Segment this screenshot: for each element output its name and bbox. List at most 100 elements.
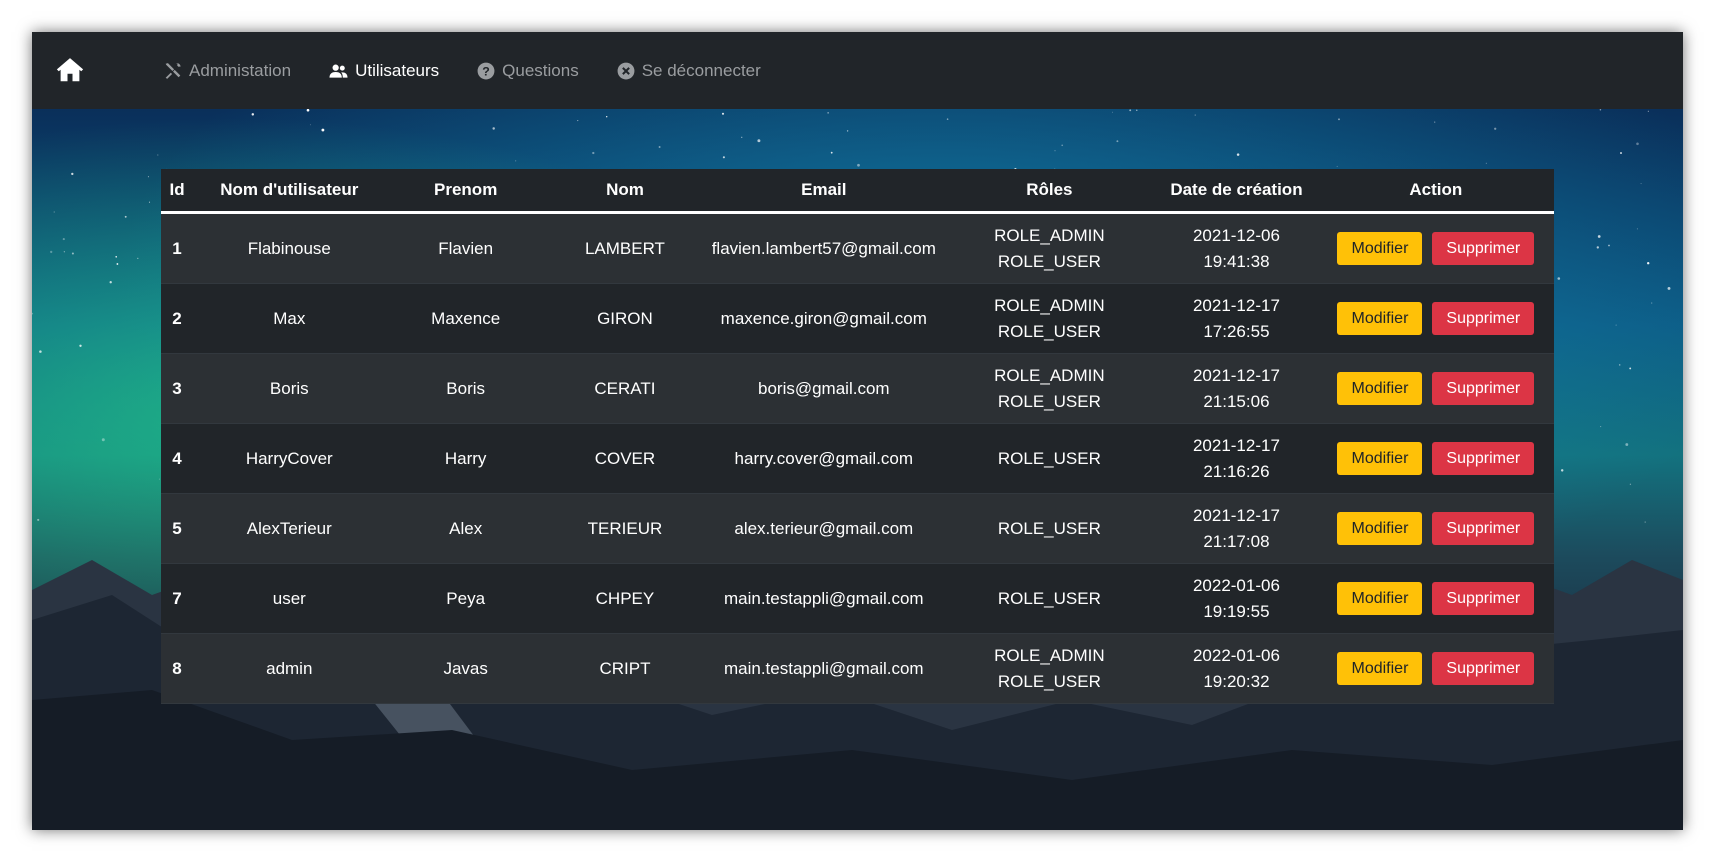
cell-actions: Modifier Supprimer (1317, 493, 1554, 564)
cell-created: 2022-01-06 19:19:55 (1155, 563, 1318, 634)
cell-time: 19:19:55 (1203, 601, 1270, 621)
cell-lastname: CHPEY (545, 563, 705, 634)
users-table: Id Nom d'utilisateur Prenom Nom Email Rô… (161, 169, 1554, 704)
cell-id: 5 (161, 493, 194, 564)
cell-lastname: LAMBERT (545, 212, 705, 284)
edit-button[interactable]: Modifier (1337, 232, 1423, 265)
cell-email: alex.terieur@gmail.com (704, 493, 944, 564)
cell-firstname: Peya (385, 563, 546, 634)
cell-id: 4 (161, 423, 194, 494)
cell-username: HarryCover (193, 423, 386, 494)
cell-lastname: GIRON (545, 283, 705, 354)
cell-created: 2021-12-17 17:26:55 (1155, 283, 1318, 354)
header-action: Action (1317, 169, 1554, 214)
table-row: 1 Flabinouse Flavien LAMBERT flavien.lam… (161, 212, 1554, 284)
edit-button[interactable]: Modifier (1337, 582, 1423, 615)
cell-roles: ROLE_ADMIN ROLE_USER (943, 212, 1156, 284)
svg-text:?: ? (482, 64, 490, 78)
table-row: 8 admin Javas CRIPT main.testappli@gmail… (161, 633, 1554, 704)
cell-firstname: Alex (385, 493, 546, 564)
cell-created: 2022-01-06 19:20:32 (1155, 633, 1318, 704)
cell-username: Max (193, 283, 386, 354)
edit-button[interactable]: Modifier (1337, 302, 1423, 335)
header-email: Email (704, 169, 944, 214)
nav-questions[interactable]: ? Questions (477, 61, 579, 81)
cell-created: 2021-12-17 21:15:06 (1155, 353, 1318, 424)
cell-username: admin (193, 633, 386, 704)
cell-username: user (193, 563, 386, 634)
cell-firstname: Maxence (385, 283, 546, 354)
header-created-date: Date de création (1155, 169, 1318, 214)
app-window: Administation Utilisateurs ? Questions S… (32, 32, 1683, 830)
cell-actions: Modifier Supprimer (1317, 212, 1554, 284)
delete-button[interactable]: Supprimer (1432, 652, 1535, 685)
header-firstname: Prenom (385, 169, 546, 214)
delete-button[interactable]: Supprimer (1432, 582, 1535, 615)
cell-email: flavien.lambert57@gmail.com (704, 212, 944, 284)
nav-users-label: Utilisateurs (355, 60, 440, 80)
cell-roles: ROLE_ADMIN ROLE_USER (943, 283, 1156, 354)
cell-time: 19:41:38 (1203, 251, 1270, 271)
edit-button[interactable]: Modifier (1337, 512, 1423, 545)
nav-users[interactable]: Utilisateurs (329, 61, 439, 81)
cell-actions: Modifier Supprimer (1317, 353, 1554, 424)
cell-created: 2021-12-17 21:17:08 (1155, 493, 1318, 564)
header-lastname: Nom (545, 169, 705, 214)
home-button[interactable] (54, 54, 86, 86)
cell-time: 21:17:08 (1203, 531, 1270, 551)
cell-email: maxence.giron@gmail.com (704, 283, 944, 354)
cell-username: AlexTerieur (193, 493, 386, 564)
cell-date: 2021-12-17 (1192, 505, 1280, 525)
delete-button[interactable]: Supprimer (1432, 232, 1535, 265)
cell-username: Flabinouse (193, 212, 386, 284)
cell-time: 19:20:32 (1203, 671, 1270, 691)
cell-id: 2 (161, 283, 194, 354)
cell-date: 2021-12-17 (1192, 365, 1280, 385)
cell-actions: Modifier Supprimer (1317, 283, 1554, 354)
nav-administration-label: Administation (189, 60, 292, 80)
cell-roles: ROLE_ADMIN ROLE_USER (943, 353, 1156, 424)
table-row: 5 AlexTerieur Alex TERIEUR alex.terieur@… (161, 493, 1554, 564)
cell-lastname: CRIPT (545, 633, 705, 704)
cell-username: Boris (193, 353, 386, 424)
header-id: Id (161, 169, 194, 214)
nav-logout-label: Se déconnecter (641, 60, 761, 80)
cell-actions: Modifier Supprimer (1317, 633, 1554, 704)
edit-button[interactable]: Modifier (1337, 372, 1423, 405)
cell-id: 8 (161, 633, 194, 704)
users-icon (329, 64, 348, 78)
cell-date: 2021-12-17 (1192, 435, 1280, 455)
header-username: Nom d'utilisateur (193, 169, 386, 214)
delete-button[interactable]: Supprimer (1432, 372, 1535, 405)
nav-logout[interactable]: Se déconnecter (617, 61, 761, 81)
nav-administration[interactable]: Administation (164, 61, 291, 81)
cell-roles: ROLE_USER (943, 563, 1156, 634)
cell-roles: ROLE_USER (943, 423, 1156, 494)
cell-email: main.testappli@gmail.com (704, 633, 944, 704)
cell-email: main.testappli@gmail.com (704, 563, 944, 634)
edit-button[interactable]: Modifier (1337, 652, 1423, 685)
cell-email: boris@gmail.com (704, 353, 944, 424)
cell-lastname: COVER (545, 423, 705, 494)
cell-actions: Modifier Supprimer (1317, 423, 1554, 494)
cell-roles: ROLE_USER (943, 493, 1156, 564)
home-icon (56, 58, 84, 82)
table-header-row: Id Nom d'utilisateur Prenom Nom Email Rô… (161, 169, 1554, 214)
delete-button[interactable]: Supprimer (1432, 512, 1535, 545)
delete-button[interactable]: Supprimer (1432, 442, 1535, 475)
cell-id: 7 (161, 563, 194, 634)
cell-actions: Modifier Supprimer (1317, 563, 1554, 634)
question-circle-icon: ? (477, 62, 495, 79)
cell-created: 2021-12-06 19:41:38 (1155, 212, 1318, 284)
edit-button[interactable]: Modifier (1337, 442, 1423, 475)
cell-id: 3 (161, 353, 194, 424)
delete-button[interactable]: Supprimer (1432, 302, 1535, 335)
header-roles: Rôles (943, 169, 1156, 214)
close-circle-icon (617, 62, 635, 79)
users-table-container: Id Nom d'utilisateur Prenom Nom Email Rô… (161, 169, 1554, 704)
cell-time: 21:15:06 (1203, 391, 1270, 411)
navbar: Administation Utilisateurs ? Questions S… (32, 32, 1683, 109)
table-row: 7 user Peya CHPEY main.testappli@gmail.c… (161, 563, 1554, 634)
cell-lastname: CERATI (545, 353, 705, 424)
table-row: 2 Max Maxence GIRON maxence.giron@gmail.… (161, 283, 1554, 354)
